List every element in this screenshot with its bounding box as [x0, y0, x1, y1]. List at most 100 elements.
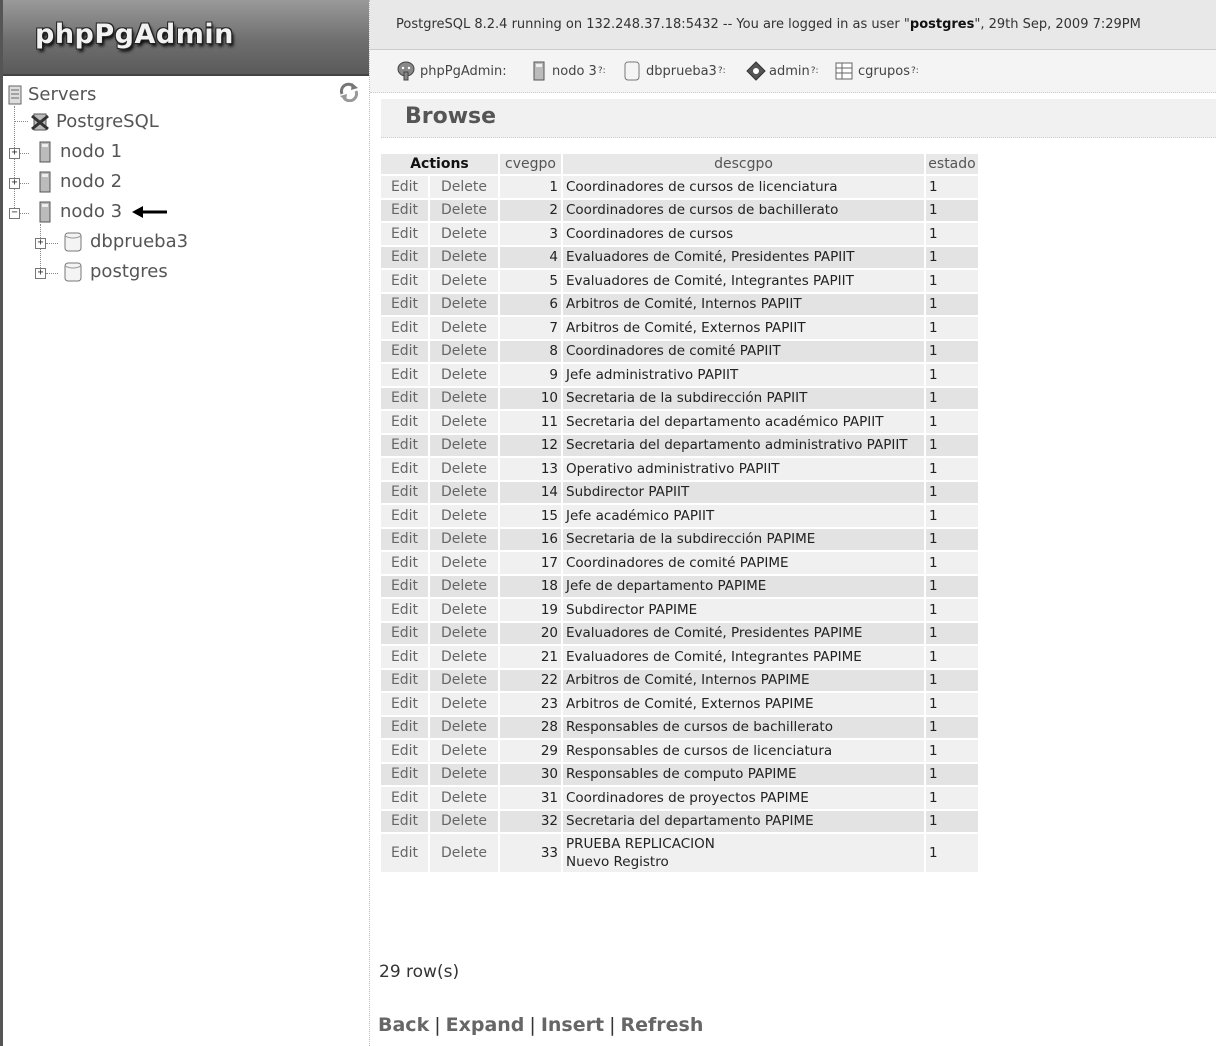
edit-button[interactable]: Edit	[381, 458, 428, 480]
delete-button[interactable]: Delete	[430, 340, 498, 362]
cell-estado: 1	[926, 176, 978, 198]
tree-item-postgres[interactable]: postgres	[62, 259, 168, 285]
cell-estado: 1	[926, 669, 978, 691]
edit-button[interactable]: Edit	[381, 317, 428, 339]
server-icon	[39, 171, 51, 193]
edit-button[interactable]: Edit	[381, 787, 428, 809]
delete-button[interactable]: Delete	[430, 387, 498, 409]
delete-button[interactable]: Delete	[430, 176, 498, 198]
edit-button[interactable]: Edit	[381, 622, 428, 644]
edit-button[interactable]: Edit	[381, 411, 428, 433]
edit-button[interactable]: Edit	[381, 693, 428, 715]
edit-button[interactable]: Edit	[381, 505, 428, 527]
tree-root-servers[interactable]: Servers	[8, 82, 96, 108]
edit-button[interactable]: Edit	[381, 810, 428, 832]
server-info-text: PostgreSQL 8.2.4 running on 132.248.37.1…	[396, 17, 1141, 32]
server-icon	[533, 61, 545, 81]
refresh-tree-icon[interactable]	[338, 82, 360, 102]
delete-button[interactable]: Delete	[430, 834, 498, 872]
tree-item-dbprueba3[interactable]: dbprueba3	[62, 229, 188, 255]
delete-button[interactable]: Delete	[430, 622, 498, 644]
column-header-descgpo[interactable]: descgpo	[563, 154, 924, 174]
edit-button[interactable]: Edit	[381, 669, 428, 691]
breadcrumb-database[interactable]: dbprueba3?:	[623, 61, 726, 81]
delete-button[interactable]: Delete	[430, 693, 498, 715]
tree-item-nodo-2[interactable]: nodo 2	[34, 169, 122, 195]
edit-button[interactable]: Edit	[381, 740, 428, 762]
edit-button[interactable]: Edit	[381, 176, 428, 198]
tree-item-label: nodo 3	[60, 201, 123, 222]
edit-button[interactable]: Edit	[381, 340, 428, 362]
edit-button[interactable]: Edit	[381, 481, 428, 503]
edit-button[interactable]: Edit	[381, 293, 428, 315]
edit-button[interactable]: Edit	[381, 575, 428, 597]
expand-link[interactable]: Expand	[446, 1014, 525, 1036]
edit-button[interactable]: Edit	[381, 599, 428, 621]
edit-button[interactable]: Edit	[381, 246, 428, 268]
back-link[interactable]: Back	[378, 1014, 429, 1036]
expand-toggle[interactable]: +	[9, 148, 20, 159]
delete-button[interactable]: Delete	[430, 270, 498, 292]
delete-button[interactable]: Delete	[430, 599, 498, 621]
cell-estado: 1	[926, 458, 978, 480]
delete-button[interactable]: Delete	[430, 575, 498, 597]
edit-button[interactable]: Edit	[381, 552, 428, 574]
delete-button[interactable]: Delete	[430, 716, 498, 738]
delete-button[interactable]: Delete	[430, 293, 498, 315]
tree-item-nodo-1[interactable]: nodo 1	[34, 139, 122, 165]
delete-button[interactable]: Delete	[430, 552, 498, 574]
edit-button[interactable]: Edit	[381, 763, 428, 785]
breadcrumb-server[interactable]: nodo 3?:	[531, 61, 606, 81]
edit-button[interactable]: Edit	[381, 646, 428, 668]
delete-button[interactable]: Delete	[430, 669, 498, 691]
edit-button[interactable]: Edit	[381, 716, 428, 738]
column-header-estado[interactable]: estado	[926, 154, 978, 174]
breadcrumb-separator: ?:	[810, 66, 819, 76]
refresh-link[interactable]: Refresh	[620, 1014, 703, 1036]
link-separator: |	[609, 1014, 616, 1036]
tree-connector	[14, 121, 28, 122]
delete-button[interactable]: Delete	[430, 481, 498, 503]
tree-item-nodo-3[interactable]: nodo 3	[34, 199, 168, 225]
edit-button[interactable]: Edit	[381, 270, 428, 292]
delete-button[interactable]: Delete	[430, 246, 498, 268]
delete-button[interactable]: Delete	[430, 787, 498, 809]
insert-link[interactable]: Insert	[541, 1014, 604, 1036]
breadcrumb-phppgadmin[interactable]: phpPgAdmin:	[396, 61, 507, 81]
delete-button[interactable]: Delete	[430, 810, 498, 832]
edit-button[interactable]: Edit	[381, 528, 428, 550]
delete-button[interactable]: Delete	[430, 740, 498, 762]
edit-button[interactable]: Edit	[381, 834, 428, 872]
collapse-toggle[interactable]: −	[9, 208, 20, 219]
app-logo[interactable]: phpPgAdmin	[35, 19, 234, 50]
expand-toggle[interactable]: +	[35, 238, 46, 249]
expand-toggle[interactable]: +	[35, 268, 46, 279]
edit-button[interactable]: Edit	[381, 364, 428, 386]
delete-button[interactable]: Delete	[430, 458, 498, 480]
delete-button[interactable]: Delete	[430, 646, 498, 668]
expand-toggle[interactable]: +	[9, 178, 20, 189]
edit-button[interactable]: Edit	[381, 223, 428, 245]
breadcrumb-schema[interactable]: admin?:	[746, 61, 819, 81]
table-row: Edit Delete 7 Arbitros de Comité, Externos …	[381, 317, 978, 339]
table-row: Edit Delete 31 Coordinadores de proyectos P…	[381, 787, 978, 809]
edit-button[interactable]: Edit	[381, 199, 428, 221]
tree-item-postgresql[interactable]: PostgreSQL	[30, 109, 159, 135]
column-header-cvegpo[interactable]: cvegpo	[500, 154, 561, 174]
cell-cvegpo: 33	[500, 834, 561, 872]
delete-button[interactable]: Delete	[430, 505, 498, 527]
delete-button[interactable]: Delete	[430, 434, 498, 456]
edit-button[interactable]: Edit	[381, 387, 428, 409]
breadcrumb-table[interactable]: cgrupos?:	[835, 61, 919, 81]
delete-button[interactable]: Delete	[430, 364, 498, 386]
cell-cvegpo: 16	[500, 528, 561, 550]
edit-button[interactable]: Edit	[381, 434, 428, 456]
delete-button[interactable]: Delete	[430, 411, 498, 433]
delete-button[interactable]: Delete	[430, 528, 498, 550]
breadcrumb-label: admin	[769, 63, 810, 79]
delete-button[interactable]: Delete	[430, 317, 498, 339]
table-row: Edit Delete 33 PRUEBA REPLICACION Nuevo Reg…	[381, 834, 978, 872]
delete-button[interactable]: Delete	[430, 223, 498, 245]
delete-button[interactable]: Delete	[430, 763, 498, 785]
delete-button[interactable]: Delete	[430, 199, 498, 221]
